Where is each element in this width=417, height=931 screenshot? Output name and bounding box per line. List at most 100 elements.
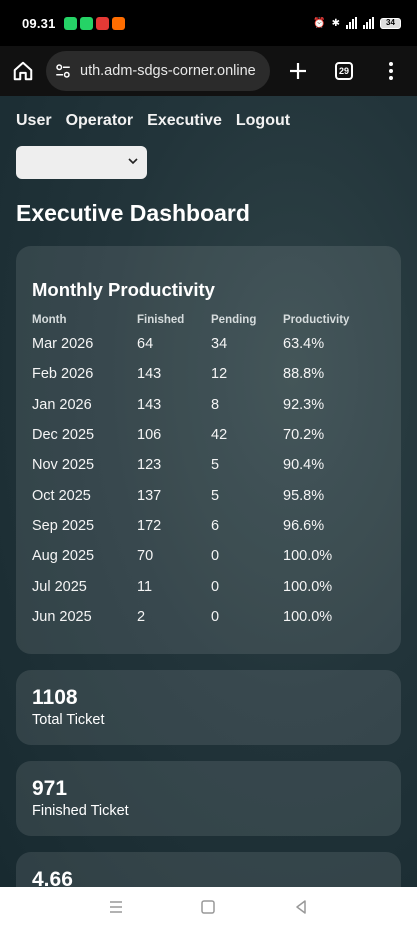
cell-month: Nov 2025 (32, 457, 95, 474)
address-bar[interactable]: uth.adm-sdgs-corner.online (46, 51, 270, 91)
card-title: Monthly Productivity (32, 279, 215, 300)
cell-pending: 8 (211, 396, 220, 413)
menu-icon (110, 900, 123, 913)
url-text: uth.adm-sdgs-corner.online (80, 63, 256, 79)
cell-pending: 42 (211, 427, 228, 444)
table-row: Dec 2025 106 42 70.2% (32, 420, 383, 450)
home-icon (13, 61, 33, 81)
table-row: Sep 2025 172 6 96.6% (32, 511, 383, 541)
messaging-app-icon (95, 16, 109, 30)
column-header-productivity: Productivity (283, 314, 350, 326)
cell-finished: 2 (137, 608, 146, 625)
productivity-table: Month Finished Pending Productivity Mar … (32, 311, 383, 632)
cell-productivity: 70.2% (283, 427, 325, 444)
whatsapp-icon (63, 16, 77, 30)
cell-month: Jun 2025 (32, 608, 92, 625)
cell-pending: 34 (211, 336, 228, 353)
browser-toolbar: uth.adm-sdgs-corner.online 29 (0, 46, 417, 96)
table-row: Aug 2025 70 0 100.0% (32, 541, 383, 571)
cell-finished: 137 (137, 487, 162, 504)
cell-productivity: 88.8% (283, 366, 325, 383)
nav-user[interactable]: User (16, 112, 52, 130)
finished-ticket-card: 971 Finished Ticket (16, 761, 401, 836)
status-bar: 09.31 ⏰ ✱ 34 (0, 0, 417, 46)
cell-month: Sep 2025 (32, 517, 95, 534)
cell-month: Feb 2026 (32, 366, 94, 383)
cell-productivity: 90.4% (283, 457, 325, 474)
table-row: Oct 2025 137 5 95.8% (32, 480, 383, 510)
cell-month: Aug 2025 (32, 548, 95, 565)
cell-pending: 12 (211, 366, 228, 383)
cell-finished: 172 (137, 517, 162, 534)
cell-finished: 123 (137, 457, 162, 474)
recent-apps-button[interactable] (108, 900, 124, 919)
cell-productivity: 95.8% (283, 487, 325, 504)
cell-productivity: 100.0% (283, 578, 333, 595)
cell-pending: 0 (211, 548, 220, 565)
site-settings-icon[interactable] (54, 62, 72, 80)
nav-logout[interactable]: Logout (236, 112, 290, 130)
cell-month: Jul 2025 (32, 578, 87, 595)
nav-operator[interactable]: Operator (66, 112, 134, 130)
status-time: 09.31 (22, 15, 56, 31)
cell-finished: 64 (137, 336, 154, 353)
back-button[interactable] (293, 899, 309, 920)
back-triangle-icon (296, 899, 306, 914)
tab-count: 29 (335, 62, 353, 80)
table-row: Jan 2026 143 8 92.3% (32, 390, 383, 420)
table-row: Jun 2025 2 0 100.0% (32, 602, 383, 632)
table-row: Mar 2026 64 34 63.4% (32, 329, 383, 359)
cell-productivity: 92.3% (283, 396, 325, 413)
cell-productivity: 100.0% (283, 548, 333, 565)
cell-month: Jan 2026 (32, 396, 92, 413)
cell-finished: 106 (137, 427, 162, 444)
cell-pending: 6 (211, 517, 220, 534)
column-header-pending: Pending (211, 314, 257, 326)
cell-finished: 11 (137, 578, 153, 595)
cell-pending: 5 (211, 457, 220, 474)
page-content: User Operator Executive Logout Executive… (0, 96, 417, 887)
battery-icon: 34 (380, 17, 401, 29)
cell-productivity: 100.0% (283, 608, 333, 625)
browser-menu-button[interactable] (366, 48, 416, 94)
filter-select[interactable] (16, 146, 147, 179)
monthly-productivity-card: Monthly Productivity Month Finished Pend… (16, 246, 401, 654)
column-header-month: Month (32, 314, 67, 326)
cell-pending: 0 (211, 608, 220, 625)
cell-finished: 143 (137, 396, 162, 413)
cell-productivity: 96.6% (283, 517, 325, 534)
cell-month: Mar 2026 (32, 336, 94, 353)
chevron-down-icon (128, 158, 138, 165)
stat-value: 1108 (32, 686, 78, 709)
stat-card-partial: 4.66 (16, 852, 401, 887)
android-nav-bar (0, 887, 417, 931)
stat-value: 4.66 (32, 868, 73, 887)
nav-executive[interactable]: Executive (147, 112, 222, 130)
alarm-icon: ⏰ (313, 17, 326, 29)
tab-switcher-button[interactable]: 29 (322, 48, 366, 94)
column-header-finished: Finished (137, 314, 185, 326)
table-row: Feb 2026 143 12 88.8% (32, 359, 383, 389)
cell-pending: 0 (211, 578, 220, 595)
home-button[interactable] (0, 48, 46, 94)
square-icon (201, 899, 216, 914)
cell-month: Oct 2025 (32, 487, 91, 504)
table-header-row: Month Finished Pending Productivity (32, 311, 383, 329)
bluetooth-icon: ✱ (331, 17, 340, 29)
notification-icons (63, 16, 125, 30)
cell-month: Dec 2025 (32, 427, 95, 444)
cell-productivity: 63.4% (283, 336, 325, 353)
table-row: Nov 2025 123 5 90.4% (32, 450, 383, 480)
main-nav: User Operator Executive Logout (0, 96, 417, 130)
plus-icon (290, 63, 306, 79)
signal-icon-2 (363, 17, 374, 29)
system-icons: ⏰ ✱ 34 (313, 17, 401, 29)
home-nav-button[interactable] (200, 899, 216, 920)
signal-icon (346, 17, 357, 29)
stat-label: Total Ticket (32, 712, 105, 728)
cell-finished: 143 (137, 366, 162, 383)
cell-pending: 5 (211, 487, 220, 504)
stat-label: Finished Ticket (32, 803, 129, 819)
new-tab-button[interactable] (274, 48, 322, 94)
shopping-app-icon (111, 16, 125, 30)
